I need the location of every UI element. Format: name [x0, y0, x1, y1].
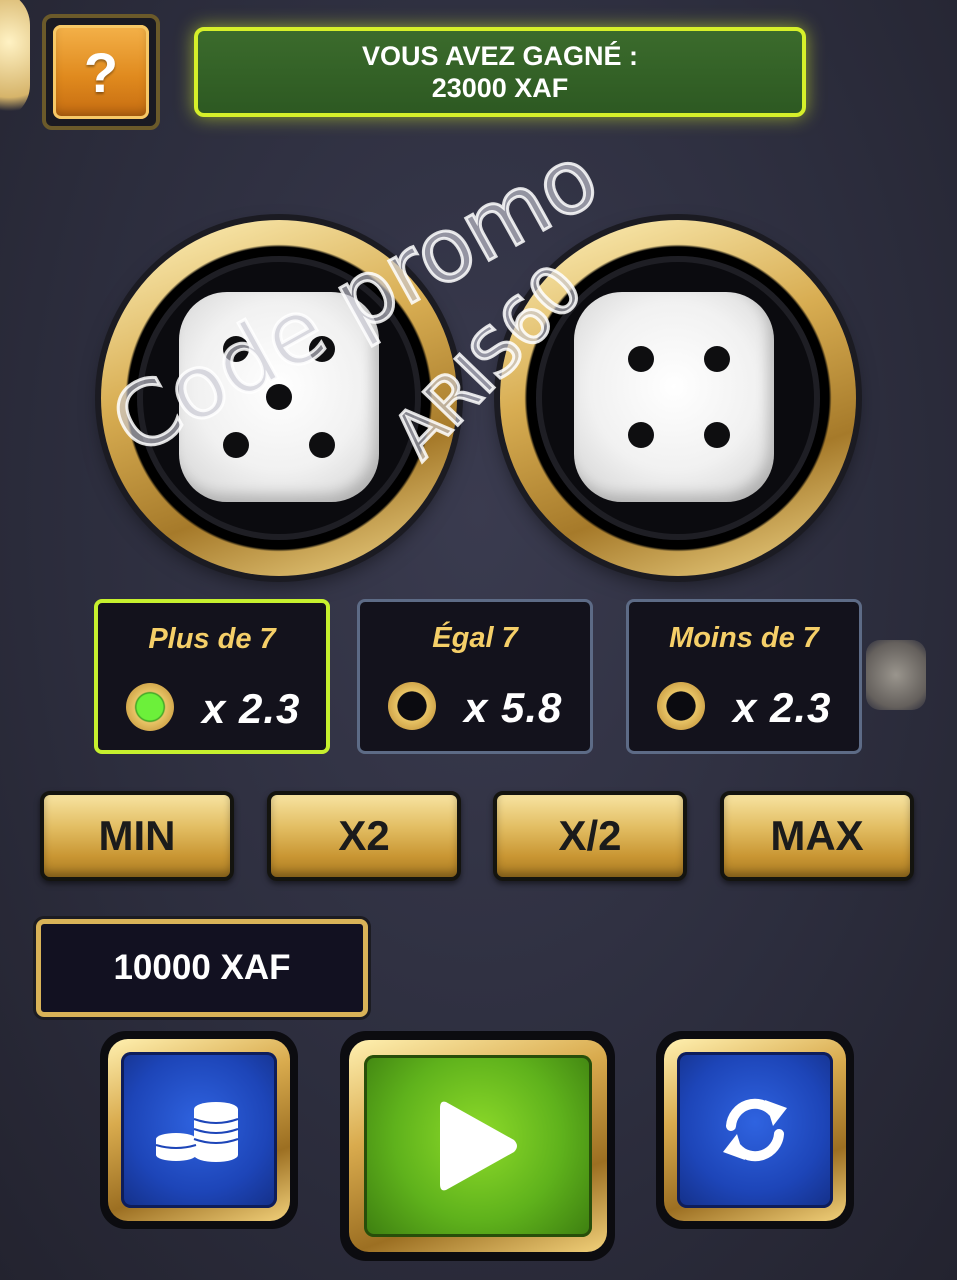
die-right — [574, 292, 774, 502]
die-pip — [223, 432, 249, 458]
refresh-icon — [723, 1098, 787, 1162]
coins-icon — [155, 1102, 239, 1162]
die-pip — [704, 346, 730, 372]
refresh-button[interactable] — [656, 1031, 854, 1229]
x2-button[interactable]: X2 — [267, 791, 461, 881]
bet-option-multiplier: x 2.3 — [733, 684, 832, 731]
question-icon: ? — [53, 25, 149, 119]
bet-option-title: Égal 7 — [432, 622, 518, 654]
play-button[interactable] — [340, 1031, 615, 1261]
win-banner-title: VOUS AVEZ GAGNÉ : — [361, 41, 639, 71]
help-button[interactable]: ? — [42, 14, 160, 130]
min-button[interactable]: MIN — [40, 791, 234, 881]
die-pip — [628, 422, 654, 448]
max-button[interactable]: MAX — [720, 791, 914, 881]
win-banner: VOUS AVEZ GAGNÉ : 23000 XAF — [194, 27, 806, 117]
background-die-decoration — [866, 640, 926, 710]
die-pip — [309, 432, 335, 458]
radio-selected-icon[interactable] — [126, 683, 174, 731]
bet-amount-field[interactable]: 10000 XAF — [36, 919, 368, 1017]
bet-option-plus-de-7[interactable]: Plus de 7 x 2.3 — [94, 599, 330, 754]
play-icon — [439, 1101, 517, 1191]
radio-icon[interactable] — [657, 682, 705, 730]
radio-icon[interactable] — [388, 682, 436, 730]
win-amount: 23000 XAF — [431, 73, 569, 103]
bet-option-moins-de-7[interactable]: Moins de 7 x 2.3 — [626, 599, 862, 754]
die-pip — [704, 422, 730, 448]
coins-button[interactable] — [100, 1031, 298, 1229]
half-button[interactable]: X/2 — [493, 791, 687, 881]
die-pip — [628, 346, 654, 372]
corner-decoration — [0, 0, 30, 120]
bet-option-title: Plus de 7 — [148, 623, 276, 655]
bet-option-multiplier: x 2.3 — [202, 685, 301, 732]
bet-option-title: Moins de 7 — [669, 622, 819, 654]
bet-option-egal-7[interactable]: Égal 7 x 5.8 — [357, 599, 593, 754]
bet-option-multiplier: x 5.8 — [464, 684, 563, 731]
